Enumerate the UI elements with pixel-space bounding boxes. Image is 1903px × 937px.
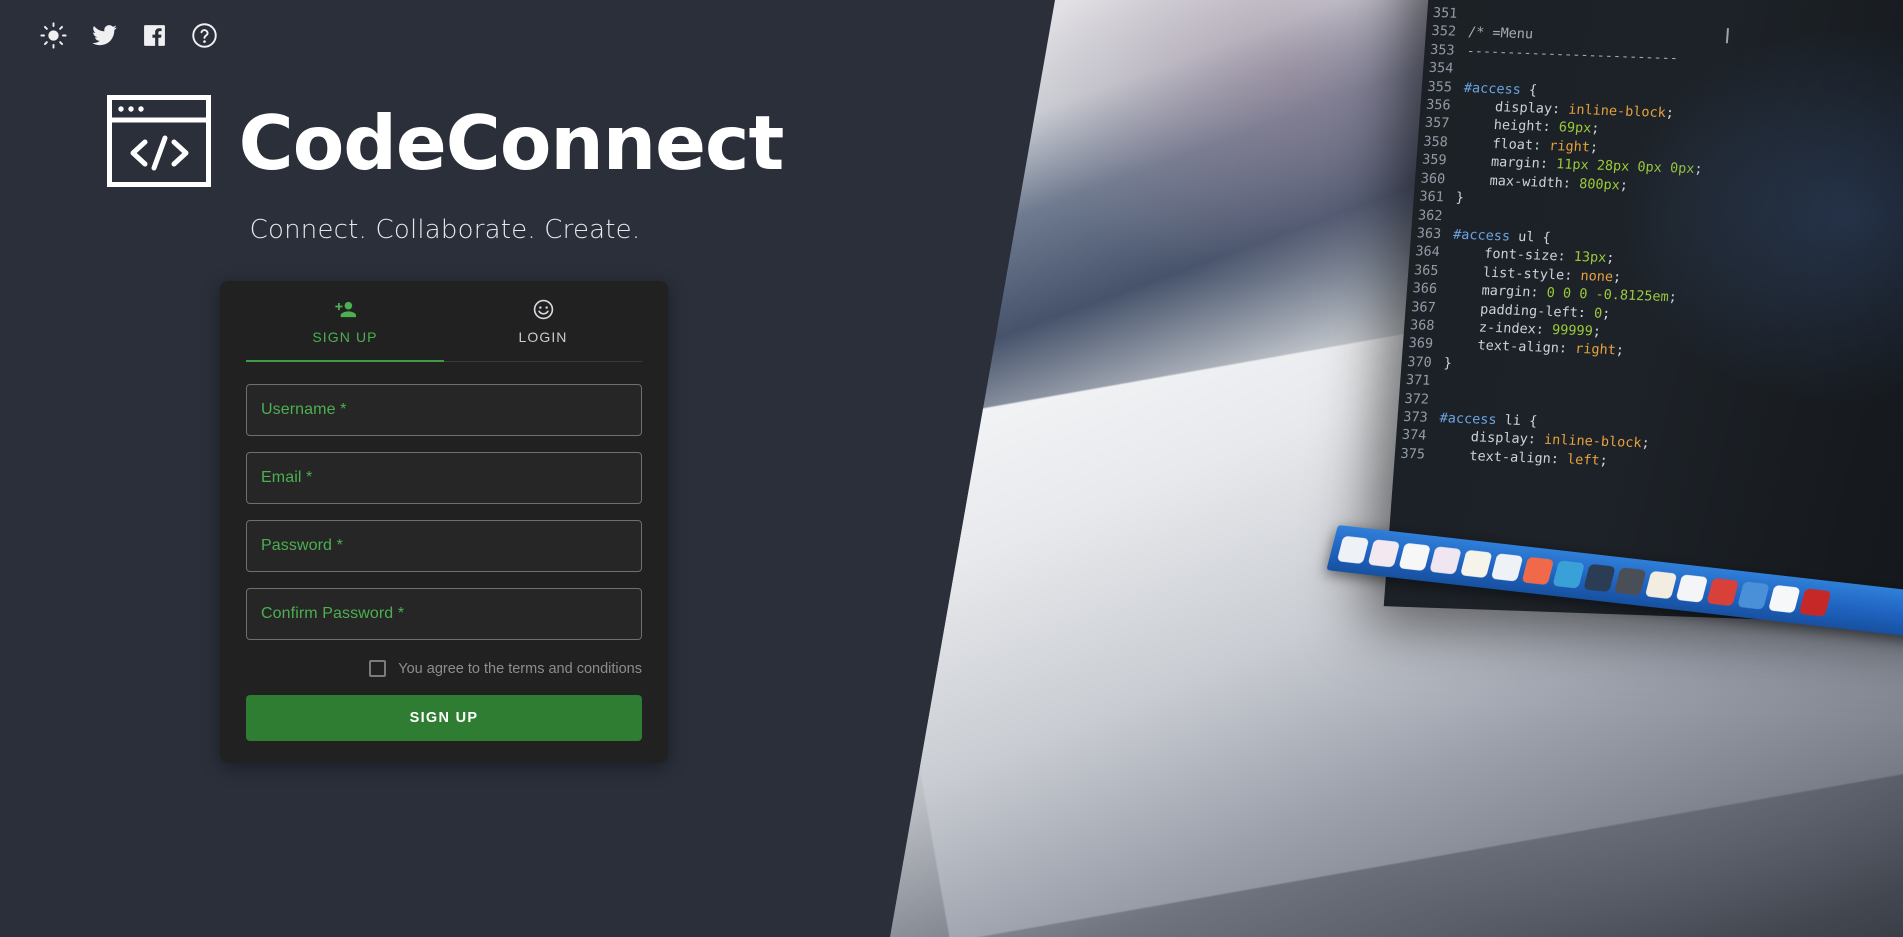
twitter-icon[interactable]	[91, 22, 118, 49]
terms-row: You agree to the terms and conditions	[220, 656, 668, 677]
username-label: Username *	[261, 401, 347, 418]
auth-tabs: SIGN UP LOGIN	[246, 281, 642, 362]
terms-label: You agree to the terms and conditions	[398, 660, 642, 677]
dock-icon	[1429, 546, 1462, 575]
dock-icon	[1398, 542, 1431, 572]
codeconnect-logo-icon	[106, 95, 211, 192]
dock-icon	[1490, 553, 1524, 582]
terms-checkbox[interactable]	[369, 660, 387, 677]
tab-login[interactable]: LOGIN	[444, 281, 642, 361]
dock-icon	[1552, 560, 1585, 589]
active-tab-indicator	[246, 360, 444, 362]
password-field[interactable]: Password *	[246, 520, 642, 572]
help-icon[interactable]	[191, 22, 218, 49]
dock-icon	[1614, 567, 1647, 596]
tab-signup[interactable]: SIGN UP	[246, 281, 444, 361]
laptop-screen: 346.widget-area-sidebar 347.widget-area-…	[1383, 0, 1903, 626]
left-panel: CodeConnect Connect. Collaborate. Create…	[0, 0, 1055, 937]
dock-icon	[1644, 570, 1678, 600]
tagline: Connect. Collaborate. Create.	[249, 215, 641, 245]
login-page: 346.widget-area-sidebar 347.widget-area-…	[0, 0, 1903, 937]
brand-name: CodeConnect	[238, 99, 785, 187]
face-icon	[444, 298, 642, 321]
email-field[interactable]: Email *	[246, 452, 642, 504]
email-label: Email *	[261, 469, 313, 486]
password-label: Password *	[261, 537, 343, 554]
code-editor-content: 346.widget-area-sidebar 347.widget-area-…	[1399, 0, 1704, 469]
dock-icon	[1675, 574, 1709, 603]
brand: CodeConnect	[0, 95, 890, 192]
text-caret	[1725, 28, 1729, 44]
dock-icon	[1768, 584, 1801, 614]
dock-icon	[1367, 539, 1401, 568]
dock-icon	[1460, 549, 1493, 579]
confirm-password-label: Confirm Password *	[261, 605, 405, 622]
brightness-icon[interactable]	[40, 22, 67, 49]
tab-login-label: LOGIN	[518, 329, 568, 345]
confirm-password-field[interactable]: Confirm Password *	[246, 588, 642, 640]
signup-form: Username * Email * Password * Confirm Pa…	[220, 362, 668, 640]
person-add-icon	[246, 298, 444, 321]
sign-up-button[interactable]: SIGN UP	[246, 695, 642, 741]
username-field[interactable]: Username *	[246, 384, 642, 436]
dock-icon	[1336, 535, 1370, 565]
auth-card: SIGN UP LOGIN Username * Email * Passwor…	[220, 281, 668, 763]
dock-icon	[1706, 577, 1739, 607]
dock-icon	[1798, 588, 1832, 617]
facebook-icon[interactable]	[142, 23, 167, 48]
tab-signup-label: SIGN UP	[312, 329, 378, 345]
dock-icon	[1521, 556, 1555, 586]
dock-icon	[1583, 563, 1616, 593]
top-icon-bar	[40, 22, 218, 49]
dock-icon	[1737, 581, 1770, 610]
